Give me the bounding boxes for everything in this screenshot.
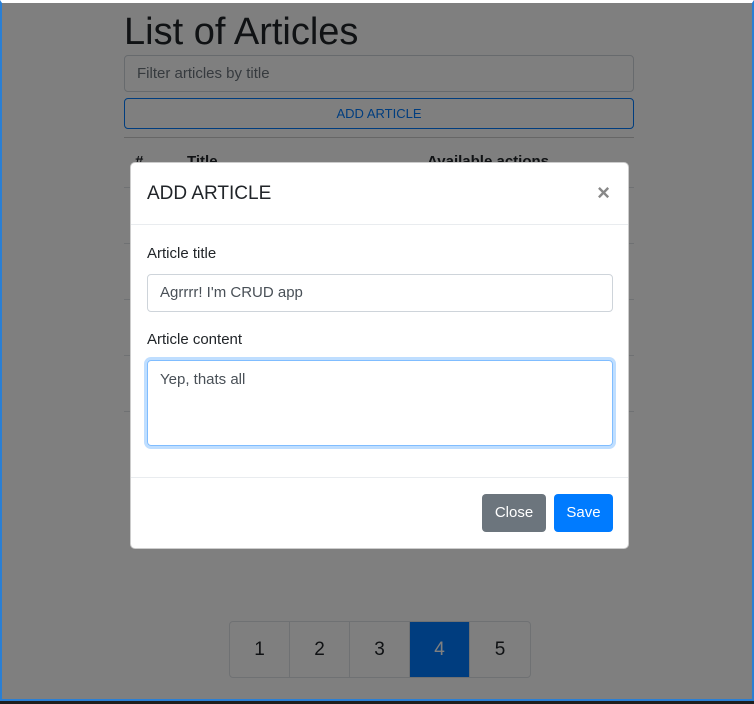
close-icon[interactable]: × — [597, 180, 610, 206]
save-button[interactable]: Save — [554, 494, 613, 532]
modal-footer-divider — [131, 477, 628, 478]
modal-title: ADD ARTICLE — [147, 183, 272, 204]
article-content-textarea[interactable]: Yep, thats all — [147, 360, 613, 446]
modal-header: ADD ARTICLE × — [131, 163, 628, 225]
article-title-input[interactable]: Agrrrr! I'm CRUD app — [147, 274, 613, 312]
close-button[interactable]: Close — [482, 494, 546, 532]
article-title-label: Article title — [147, 245, 217, 262]
add-article-modal: ADD ARTICLE × Article title Agrrrr! I'm … — [130, 162, 629, 549]
browser-window: List of Articles Filter articles by titl… — [0, 0, 754, 701]
article-content-label: Article content — [147, 331, 243, 348]
